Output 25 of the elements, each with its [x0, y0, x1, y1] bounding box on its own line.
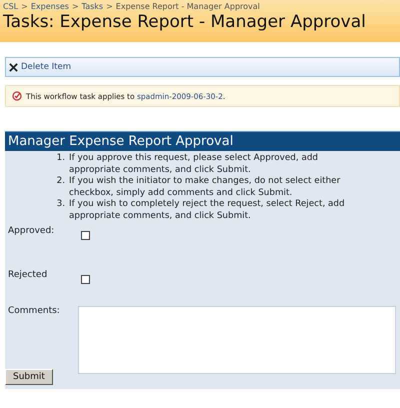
- breadcrumb-separator: >: [21, 2, 28, 11]
- page-title: Tasks: Expense Report - Manager Approval: [3, 12, 367, 32]
- breadcrumb-separator: >: [72, 2, 79, 11]
- breadcrumb-separator: >: [106, 2, 113, 11]
- instruction-text: If you wish the initiator to make changes, do not select either checkbox, simply add comments and click Submit.: [69, 176, 342, 199]
- field-label: Approved:: [8, 226, 56, 236]
- delete-item-button[interactable]: Delete Item: [6, 62, 74, 72]
- checkbox[interactable]: [81, 275, 90, 284]
- breadcrumb-link[interactable]: CSL: [3, 2, 18, 11]
- breadcrumb-link[interactable]: Expenses: [30, 2, 69, 11]
- list-number: 1.: [56, 153, 65, 165]
- close-icon: [9, 62, 18, 72]
- list-number: 2.: [56, 176, 65, 188]
- breadcrumb-link[interactable]: Tasks: [82, 2, 104, 11]
- list-number: 3.: [56, 199, 65, 211]
- comments-field[interactable]: [78, 306, 396, 374]
- submit-button[interactable]: Submit: [5, 369, 53, 385]
- instruction-text: If you wish to completely reject the request, select Reject, add appropriate comments, and click Submit.: [69, 199, 346, 222]
- field-label: Comments:: [8, 306, 61, 316]
- checkbox[interactable]: [81, 231, 90, 240]
- form-title: Manager Expense Report Approval: [5, 131, 400, 151]
- field-label: Rejected: [8, 270, 48, 280]
- breadcrumb-link[interactable]: Expense Report - Manager Approval: [116, 2, 260, 11]
- checkmark-icon: [12, 91, 22, 101]
- instruction-text: If you approve this request, please select Approved, add appropriate comments, and click Submit.: [69, 153, 320, 176]
